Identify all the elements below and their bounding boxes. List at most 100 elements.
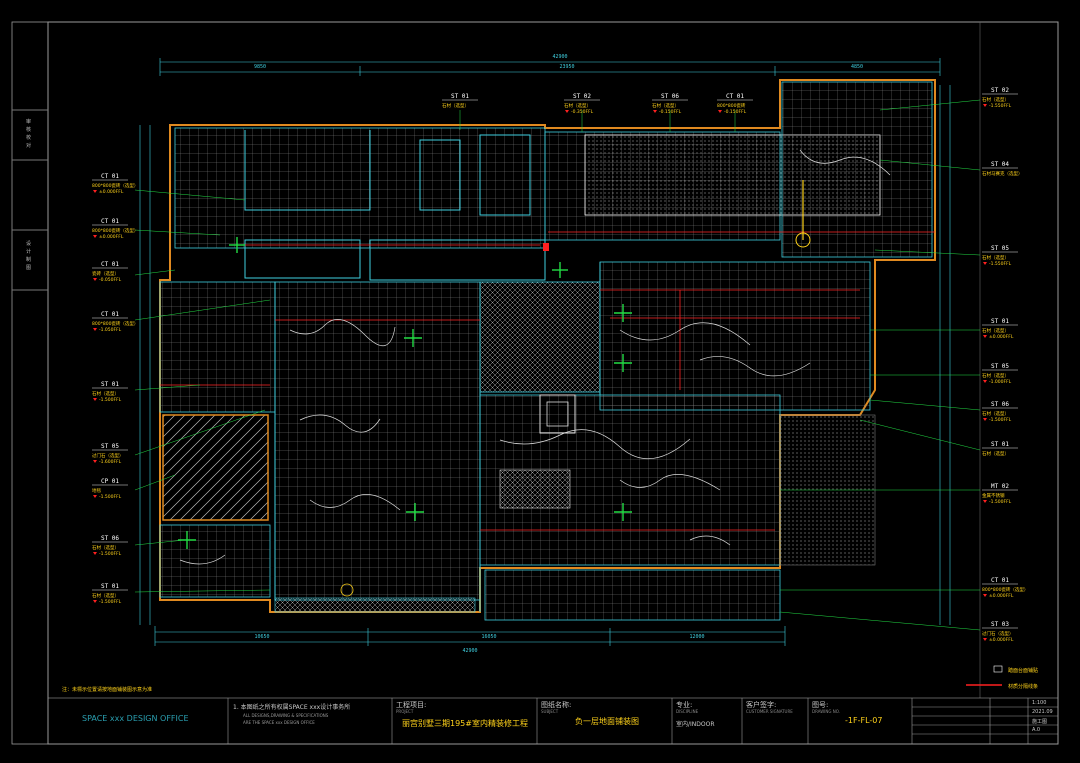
overall-dimension-bottom: 42900 xyxy=(462,648,477,654)
callout-level: -0.150FFL xyxy=(659,109,682,115)
callout-code: CT 01 xyxy=(101,173,119,180)
right-callout: ST 05 石材（选型）-1.000FFL xyxy=(982,363,1018,385)
drawing-number: -1F-FL-07 xyxy=(845,716,883,725)
top-callout: ST 01 石材（选型） xyxy=(442,93,478,109)
callout-material: 800*800瓷砖 xyxy=(717,102,746,109)
callout-level: -0.350FFL xyxy=(571,109,594,115)
left-callout: ST 06 石材（选型）-1.500FFL xyxy=(92,535,128,557)
callout-level: ±0.000FFL xyxy=(99,234,124,240)
callout-code: ST 01 xyxy=(991,441,1009,448)
left-callout: CP 01地毯-1.500FFL xyxy=(92,478,128,500)
callout-level: -1.550FFL xyxy=(989,261,1012,267)
callout-material: 石材（选型） xyxy=(982,372,1009,379)
svg-text:12000: 12000 xyxy=(689,634,704,640)
callout-material: 石材（选型） xyxy=(982,410,1009,417)
callout-level: ±0.000FFL xyxy=(989,334,1014,340)
discipline-value: 室内/INDOOR xyxy=(676,721,715,728)
callout-material: 石材（选型） xyxy=(92,592,119,599)
callout-level: -1.500FFL xyxy=(99,494,122,500)
top-dimension-lines xyxy=(159,58,941,76)
callout-level: -1.500FFL xyxy=(989,417,1012,423)
callout-code: ST 06 xyxy=(101,535,119,542)
callout-material: 石材（选型） xyxy=(982,254,1009,261)
callout-material: 石材（选型） xyxy=(652,102,679,109)
number-label-en: DRAWING NO. xyxy=(812,709,840,714)
sheet-type: 施工图 xyxy=(1032,719,1048,725)
top-callout: ST 02 石材（选型）-0.350FFL xyxy=(564,93,600,115)
copyright-en-1: ALL DESIGNS,DRAWING & SPECIFICATIONS xyxy=(243,713,329,718)
callout-material: 石材（选型） xyxy=(564,102,591,109)
callout-code: ST 01 xyxy=(101,381,119,388)
office-name: SPACE xxx DESIGN OFFICE xyxy=(82,714,189,723)
callout-code: ST 05 xyxy=(991,363,1009,370)
svg-text:10650: 10650 xyxy=(254,634,269,640)
left-callout: ST 05 过门石（选型）-1.600FFL xyxy=(92,443,128,465)
callout-level: -1.500FFL xyxy=(989,499,1012,505)
left-callout: CT 01 瓷砖（选型）-0.050FFL xyxy=(92,261,128,283)
callout-material: 过门石（选型） xyxy=(92,452,124,459)
callout-code: ST 02 xyxy=(573,93,591,100)
drawing-name: 负一层地面铺装图 xyxy=(575,717,639,726)
right-callout: MT 02 金属不锈钢-1.500FFL xyxy=(982,483,1018,505)
callout-material: 地毯 xyxy=(92,487,101,494)
floor-plan-drawing: 42900 9850 23950 4850 42900 10650 16050 … xyxy=(11,21,1059,745)
copyright-cn: 1. 本图纸之所有权属SPACE xxx设计事务所 xyxy=(233,704,351,711)
project-name: 丽宫别墅三期195#室内精装修工程 xyxy=(402,719,528,728)
callout-code: CT 01 xyxy=(101,218,119,225)
client-label-en: CUSTOMER SIGNATURE xyxy=(746,709,793,714)
callout-level: -1.600FFL xyxy=(99,459,122,465)
general-note: 注：未標示位置请按地面铺装图示意为准 xyxy=(62,686,152,693)
right-callout: ST 05 石材（选型）-1.550FFL xyxy=(982,245,1018,267)
callout-level: -0.150FFL xyxy=(724,109,747,115)
left-callout: CT 01 800*800瓷砖（选型）±0.000FFL xyxy=(92,173,138,195)
callout-material: 800*800瓷砖（选型） xyxy=(92,182,138,189)
callout-material: 石材（选型） xyxy=(442,102,469,109)
callout-code: ST 01 xyxy=(991,318,1009,325)
callout-material: 石材马赛克（选型） xyxy=(982,170,1023,177)
scale: 1:100 xyxy=(1032,700,1047,706)
side-strip-review: 审核校对 xyxy=(26,119,32,149)
callout-material: 800*800瓷砖（选型） xyxy=(982,586,1028,593)
callout-level: -0.050FFL xyxy=(99,277,122,283)
callout-level: ±0.000FFL xyxy=(99,189,124,195)
callout-code: ST 03 xyxy=(991,621,1009,628)
callout-material: 瓷砖（选型） xyxy=(92,270,119,277)
right-callout: ST 02 石材（选型）-1.550FFL xyxy=(982,87,1018,109)
callout-material: 石材（选型） xyxy=(982,96,1009,103)
callout-material: 石材（选型） xyxy=(92,390,119,397)
left-callout: CT 01 800*800瓷砖（选型）±0.000FFL xyxy=(92,218,138,240)
left-callout: ST 01 石材（选型）-1.500FFL xyxy=(92,381,128,403)
callout-code: CT 01 xyxy=(726,93,744,100)
floor-tile-regions xyxy=(159,81,933,621)
callout-code: ST 02 xyxy=(991,87,1009,94)
overall-dimension-top: 42900 xyxy=(552,54,567,60)
callout-level: -1.550FFL xyxy=(989,103,1012,109)
project-label-en: PROJECT xyxy=(396,709,414,714)
drawing-label-en: SUBJECT xyxy=(541,709,559,714)
callout-code: ST 06 xyxy=(661,93,679,100)
right-callout: ST 06 石材（选型）-1.500FFL xyxy=(982,401,1018,423)
callout-code: ST 04 xyxy=(991,161,1009,168)
right-callout: ST 04 石材马赛克（选型） xyxy=(982,161,1023,177)
callout-code: CT 01 xyxy=(101,311,119,318)
top-callout: CT 01 800*800瓷砖-0.150FFL xyxy=(717,93,753,115)
callout-material: 800*800瓷砖（选型） xyxy=(92,320,138,327)
callout-code: CT 01 xyxy=(991,577,1009,584)
callout-level: -1.050FFL xyxy=(99,327,122,333)
top-callout: ST 06 石材（选型）-0.150FFL xyxy=(652,93,688,115)
carpet-area xyxy=(162,414,269,521)
right-callout: ST 01 石材（选型） xyxy=(982,441,1018,457)
date: 2021.09 xyxy=(1032,709,1053,715)
svg-text:23950: 23950 xyxy=(559,64,574,70)
callout-level: -1.000FFL xyxy=(989,379,1012,385)
callout-material: 石材（选型） xyxy=(92,544,119,551)
discipline-label-en: DISCIPLINE xyxy=(676,709,699,714)
right-callout: ST 01 石材（选型）±0.000FFL xyxy=(982,318,1018,340)
right-callout: ST 03 过门石（选型）±0.000FFL xyxy=(982,621,1018,643)
callout-code: ST 05 xyxy=(991,245,1009,252)
svg-text:4850: 4850 xyxy=(851,64,863,70)
callout-code: ST 05 xyxy=(101,443,119,450)
copyright-en-2: ARE THE SPACE xxx DESIGN OFFICE xyxy=(243,720,315,725)
version: A.0 xyxy=(1032,727,1041,733)
right-callout: CT 01 800*800瓷砖（选型）±0.000FFL xyxy=(982,577,1028,599)
